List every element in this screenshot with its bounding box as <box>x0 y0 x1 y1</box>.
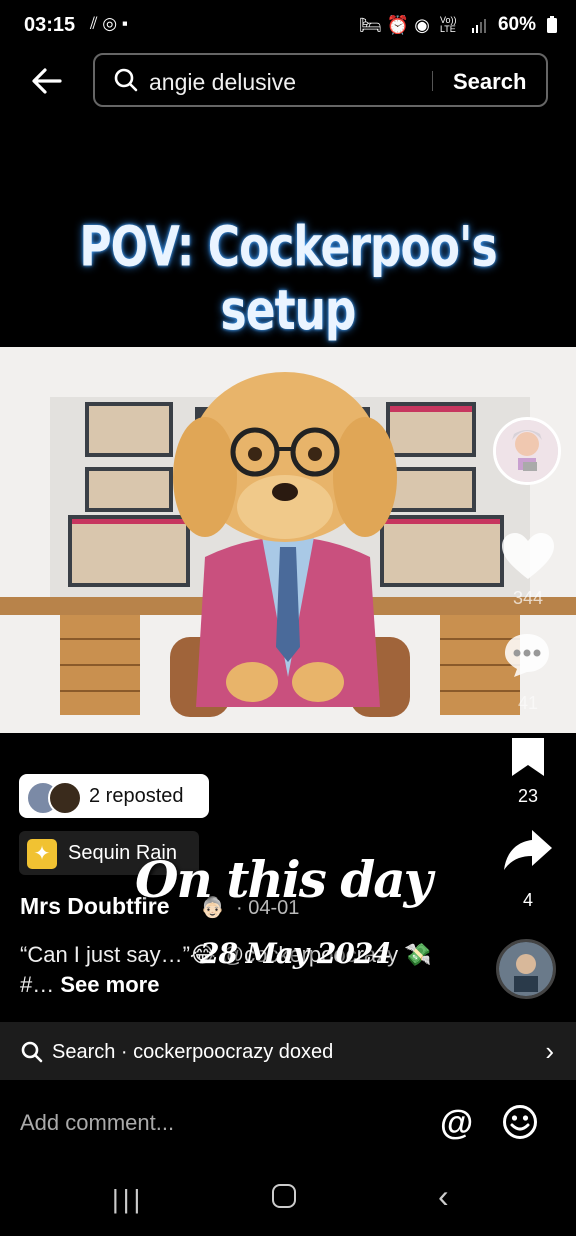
related-search-bar[interactable]: Search · cockerpoocrazy doxed › <box>0 1022 576 1080</box>
home-icon[interactable] <box>272 1184 296 1208</box>
on-this-day-date: 28 May 2024 <box>200 937 392 970</box>
video-frame[interactable] <box>0 347 576 733</box>
related-search-text: Search · cockerpoocrazy doxed <box>52 1041 333 1064</box>
status-right: 🛏 ⏰ ◉ Vo)) LTE 60% <box>359 14 558 36</box>
nav-back-icon[interactable]: ‹ <box>438 1178 449 1215</box>
avatar-illustration <box>496 420 558 482</box>
bookmark-icon[interactable] <box>508 736 548 778</box>
battery-icon <box>547 16 557 33</box>
comment-count: 41 <box>517 693 539 713</box>
emoji-icon[interactable] <box>502 1104 538 1140</box>
repost-label: 2 reposted <box>89 785 184 807</box>
share-count: 4 <box>522 890 533 910</box>
status-time: 03:15 <box>24 14 76 36</box>
back-arrow-icon <box>32 68 62 94</box>
search-icon <box>114 68 138 92</box>
on-this-day-headline: On this day <box>135 850 433 909</box>
repost-avatar <box>48 781 82 815</box>
chevron-right-icon: › <box>545 1036 554 1066</box>
back-button[interactable] <box>30 64 70 100</box>
share-arrow-icon[interactable] <box>502 826 554 874</box>
sound-avatar-icon <box>499 942 553 996</box>
related-search-label: Search · <box>52 1041 128 1063</box>
system-icons: 🛏 ⏰ ◉ <box>358 14 430 35</box>
like-count: 344 <box>512 588 544 608</box>
search-bar[interactable]: angie delusive Search <box>93 53 548 107</box>
video-title: POV: Cockerpoo's setup <box>79 215 497 343</box>
repost-pill[interactable]: 2 reposted <box>19 774 209 818</box>
dog-office-illustration <box>0 347 576 733</box>
see-more-link[interactable]: See more <box>60 972 159 997</box>
like-heart-icon[interactable] <box>500 532 556 582</box>
network-label: Vo)) LTE <box>439 15 457 34</box>
music-disc[interactable] <box>496 939 556 999</box>
sparkle-icon: ✦ <box>27 839 57 869</box>
related-search-query: cockerpoocrazy doxed <box>133 1041 334 1063</box>
signal-icon <box>471 19 486 33</box>
mention-icon[interactable]: @ <box>440 1104 473 1143</box>
recents-icon[interactable]: ||| <box>112 1184 144 1215</box>
battery-level: 60% <box>497 14 536 35</box>
search-icon <box>21 1041 43 1063</box>
status-bar: 03:15 ⫽ ◎ ▪ 🛏 ⏰ ◉ Vo)) LTE 60% <box>0 0 576 52</box>
notification-icons: ⫽ ◎ ▪ <box>90 14 128 33</box>
comment-icon[interactable] <box>502 630 552 680</box>
search-input[interactable]: angie delusive <box>149 69 296 96</box>
comment-input[interactable]: Add comment... <box>20 1110 174 1136</box>
comment-bar: Add comment... @ <box>0 1080 576 1170</box>
search-button[interactable]: Search <box>453 69 526 95</box>
search-divider <box>432 71 433 91</box>
system-nav-bar: ||| ‹ <box>0 1170 576 1236</box>
bookmark-count: 23 <box>517 786 539 806</box>
creator-avatar[interactable] <box>493 417 561 485</box>
